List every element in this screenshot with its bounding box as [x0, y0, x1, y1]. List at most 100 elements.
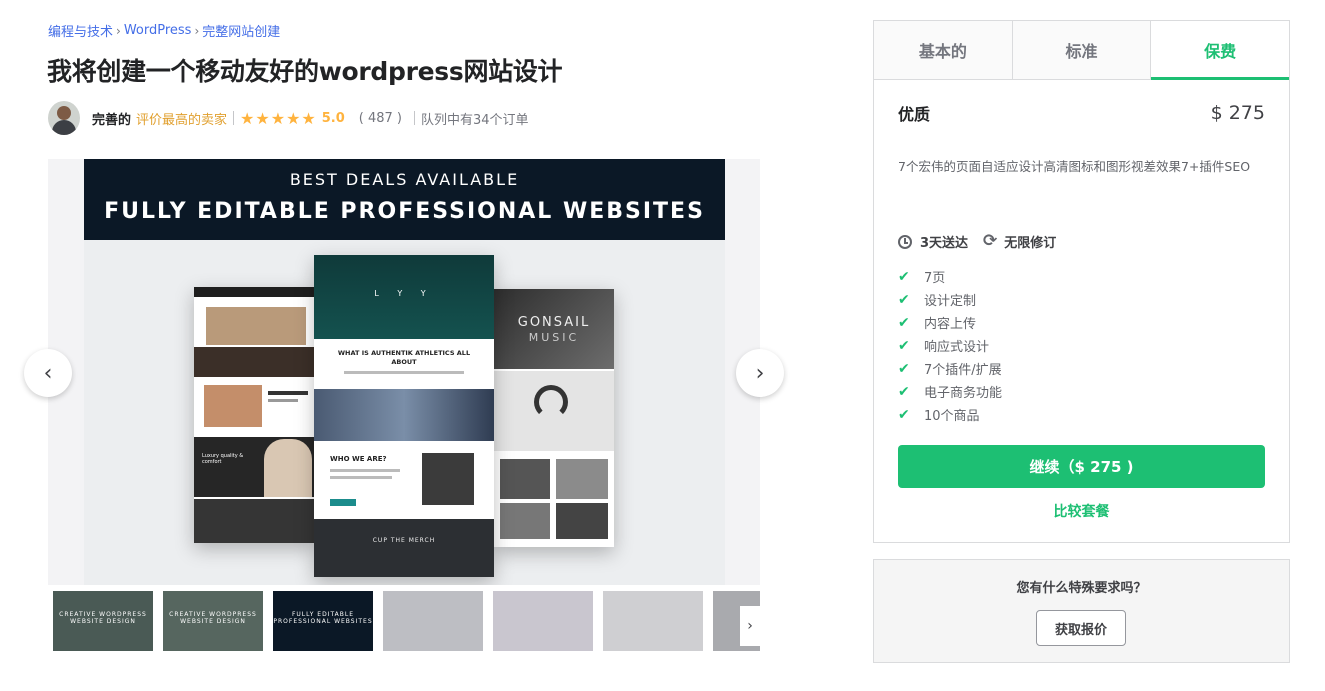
mock-text	[330, 476, 392, 479]
check-icon: ✔	[898, 291, 910, 308]
feature-list: ✔ 7页 ✔ 设计定制 ✔ 内容上传 ✔ 响应式设计 ✔ 7个插件/扩展 ✔ 电子商务功能 …	[898, 265, 1002, 426]
gig-gallery[interactable]: BEST DEALS AVAILABLE FULLY EDITABLE PROF…	[48, 159, 760, 585]
mock-hero-dark	[194, 347, 316, 377]
delivery-time: 3天送达	[920, 236, 969, 251]
gallery-thumbnail[interactable]: CREATIVE WORDPRESS WEBSITE DESIGN	[53, 591, 153, 651]
contact-seller-card: 您有什么特殊要求吗？ 获取报价	[873, 559, 1290, 663]
seller-level-badge: 评价最高的卖家	[136, 112, 228, 128]
seller-name[interactable]: 完善的	[92, 109, 131, 128]
website-mockup-center: L Y Y WHAT IS AUTHENTIK ATHLETICS ALL AB…	[314, 255, 494, 577]
list-item: ✔ 内容上传	[898, 311, 1002, 334]
mock-gym-image	[422, 453, 474, 505]
mock-hero-image	[206, 307, 306, 345]
gallery-next-button[interactable]: ›	[736, 349, 784, 397]
gallery-thumbnail[interactable]: FULLY EDITABLE PROFESSIONAL WEBSITES	[273, 591, 373, 651]
rating-stars: ★ ★ ★ ★ ★	[240, 109, 317, 128]
mock-heading: WHAT IS AUTHENTIK ATHLETICS ALL ABOUT	[337, 349, 471, 366]
review-count[interactable]: ( 487 )	[359, 111, 402, 126]
star-icon: ★	[270, 108, 287, 128]
special-request-question: 您有什么特殊要求吗？	[1016, 581, 1147, 596]
breadcrumb-separator-icon: ›	[116, 23, 121, 38]
thumbnails-next-button[interactable]: ›	[740, 606, 760, 646]
feature-label: 7个插件/扩展	[924, 363, 1002, 378]
star-icon: ★	[286, 108, 302, 128]
thumbnail-caption: CREATIVE WORDPRESS WEBSITE DESIGN	[59, 611, 147, 625]
mock-grid-image	[556, 459, 608, 499]
check-icon: ✔	[898, 383, 910, 400]
check-icon: ✔	[898, 360, 910, 377]
package-price: $ 275	[1210, 102, 1265, 124]
mock-button	[330, 499, 356, 506]
mock-text	[330, 469, 400, 472]
gallery-thumbnails: CREATIVE WORDPRESS WEBSITE DESIGN CREATI…	[48, 586, 760, 652]
package-header: 优质 $ 275	[898, 101, 1265, 125]
avatar-face	[57, 106, 71, 120]
package-name: 优质	[898, 105, 931, 124]
breadcrumb: 编程与技术 › WordPress › 完整网站创建	[48, 21, 280, 40]
mock-spa-image	[204, 385, 262, 427]
banner-subtitle: BEST DEALS AVAILABLE	[289, 170, 520, 189]
mock-hero-text: L Y Y	[374, 289, 434, 298]
mock-subheading: WHO WE ARE?	[330, 455, 387, 463]
divider	[414, 111, 416, 125]
chevron-right-icon: ›	[747, 618, 753, 634]
star-icon: ★	[255, 108, 271, 128]
mock-grid-image	[556, 503, 608, 539]
divider	[233, 111, 235, 125]
package-description: 7个宏伟的页面自适应设计高清图标和图形视差效果7+插件SEO	[898, 159, 1251, 174]
gallery-prev-button[interactable]: ‹	[24, 349, 72, 397]
mock-nav	[194, 287, 316, 297]
feature-label: 10个商品	[924, 409, 980, 424]
feature-label: 响应式设计	[924, 340, 990, 355]
star-icon: ★	[240, 108, 256, 128]
mock-text	[268, 391, 308, 395]
seller-overview: 完善的 评价最高的卖家 ★ ★ ★ ★ ★ 5.0 ( 487 ) 队列中有34…	[48, 101, 529, 135]
check-icon: ✔	[898, 406, 910, 423]
star-icon: ★	[301, 108, 317, 128]
gig-title: 我将创建一个移动友好的wordpress网站设计	[47, 57, 563, 86]
get-quote-button[interactable]: 获取报价	[1036, 610, 1126, 646]
headphones-icon	[534, 385, 568, 419]
gallery-thumbnail[interactable]	[603, 591, 703, 651]
revisions: 无限修订	[1004, 236, 1057, 251]
mock-person-image	[264, 439, 312, 497]
list-item: ✔ 10个商品	[898, 403, 1002, 426]
tab-standard[interactable]: 标准	[1012, 21, 1152, 79]
breadcrumb-item-wordpress[interactable]: WordPress	[124, 23, 192, 38]
list-item: ✔ 电子商务功能	[898, 380, 1002, 403]
gallery-thumbnail[interactable]	[383, 591, 483, 651]
tab-premium[interactable]: 保费	[1151, 21, 1290, 80]
package-tabs: 基本的 标准 保费	[874, 21, 1290, 80]
mock-text	[268, 399, 298, 402]
breadcrumb-item-full-site[interactable]: 完整网站创建	[202, 21, 280, 40]
thumbnail-caption: CREATIVE WORDPRESS WEBSITE DESIGN	[169, 611, 257, 625]
compare-packages-link[interactable]: 比较套餐	[874, 501, 1289, 521]
gallery-thumbnail[interactable]	[493, 591, 593, 651]
check-icon: ✔	[898, 314, 910, 331]
check-icon: ✔	[898, 337, 910, 354]
seller-avatar[interactable]	[48, 101, 80, 135]
gallery-thumbnail[interactable]: CREATIVE WORDPRESS WEBSITE DESIGN	[163, 591, 263, 651]
mock-footer-text: CUP THE MERCH	[372, 537, 436, 544]
feature-label: 内容上传	[924, 317, 977, 332]
mock-footer-image	[314, 519, 494, 577]
website-mockup-left: Luxury quality & comfort	[194, 287, 316, 543]
rating-score: 5.0	[321, 110, 345, 126]
refresh-icon: ⟳	[983, 231, 998, 251]
clock-icon	[898, 234, 912, 249]
package-card: 基本的 标准 保费 优质 $ 275 7个宏伟的页面自适应设计高清图标和图形视差…	[873, 20, 1290, 543]
continue-button[interactable]: 继续（$ 275 )	[898, 445, 1265, 488]
banner-title: FULLY EDITABLE PROFESSIONAL WEBSITES	[104, 199, 705, 224]
chevron-left-icon: ‹	[43, 360, 53, 386]
list-item: ✔ 设计定制	[898, 288, 1002, 311]
website-mockup-right: GONSAIL MUSIC	[494, 289, 614, 547]
tab-basic[interactable]: 基本的	[874, 21, 1013, 79]
chevron-right-icon: ›	[755, 360, 765, 386]
thumbnail-caption: FULLY EDITABLE PROFESSIONAL WEBSITES	[273, 611, 373, 625]
list-item: ✔ 响应式设计	[898, 334, 1002, 357]
mock-grid-image	[500, 503, 550, 539]
orders-in-queue: 队列中有34个订单	[421, 112, 529, 128]
mock-text	[344, 371, 464, 374]
check-icon: ✔	[898, 268, 910, 285]
breadcrumb-item-programming[interactable]: 编程与技术	[48, 21, 113, 40]
